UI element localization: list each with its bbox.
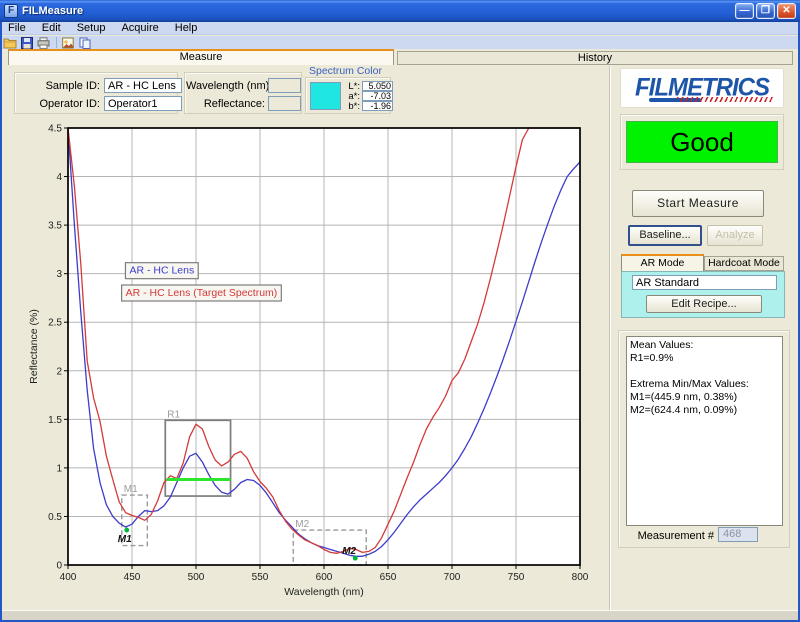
window-title: FILMeasure [22,5,733,17]
menu-file[interactable]: File [0,22,34,35]
logo-hatch [677,97,773,102]
tab-history[interactable]: History [397,51,793,65]
chart-canvas: 400 450 500 550 600 650 700 750 800 0 0.5 1 1.5 2 2.5 3… [24,116,600,616]
svg-text:400: 400 [60,572,77,583]
sample-id-label: Sample ID: [20,80,100,92]
app-icon: F [4,4,18,18]
spectrum-color-label: Spectrum Color [309,65,382,77]
svg-text:1: 1 [56,463,62,474]
svg-text:M1: M1 [118,534,132,545]
filmetrics-logo: FILMETRICS [620,68,784,108]
wavelength-readout [268,78,301,93]
tab-measure[interactable]: Measure [8,49,394,65]
operator-id-input[interactable] [104,96,182,111]
status-badge: Good [626,121,778,163]
svg-text:600: 600 [316,572,333,583]
svg-text:M2: M2 [342,546,356,557]
menu-bar: File Edit Setup Acquire Help [0,22,800,35]
lab-b-label: b*: [344,101,360,112]
svg-text:AR - HC Lens (Target Spectrum): AR - HC Lens (Target Spectrum) [126,287,278,299]
svg-text:AR - HC Lens: AR - HC Lens [129,265,194,277]
spectrum-swatch [310,82,341,110]
window-bottom-strip [2,610,798,620]
menu-edit[interactable]: Edit [34,22,69,35]
svg-text:Reflectance (%): Reflectance (%) [28,309,40,384]
svg-text:M1: M1 [124,484,138,495]
tab-hardcoat-mode[interactable]: Hardcoat Mode [704,256,784,271]
svg-text:Wavelength (nm): Wavelength (nm) [284,586,364,598]
edit-recipe-button[interactable]: Edit Recipe... [646,295,762,313]
svg-text:0.5: 0.5 [48,512,62,523]
svg-text:0: 0 [56,561,62,572]
operator-id-label: Operator ID: [20,98,100,110]
recipe-input[interactable] [632,275,777,290]
baseline-button[interactable]: Baseline... [628,225,702,246]
status-group: Good [620,114,784,170]
title-bar: F FILMeasure — ❐ ✕ [0,0,800,22]
svg-text:3: 3 [56,269,62,280]
lab-l-value: 5.050 [362,81,393,91]
reflectance-label: Reflectance: [186,98,265,110]
spectrum-chart[interactable]: 400 450 500 550 600 650 700 750 800 0 0.5 1 1.5 2 2.5 3… [24,116,600,616]
tab-ar-mode[interactable]: AR Mode [621,254,704,271]
open-icon[interactable] [2,37,17,49]
reflectance-readout [268,96,301,111]
minimize-button[interactable]: — [735,3,754,19]
lab-l-row: L*: 5.050 [344,81,393,91]
panel-divider [609,66,611,610]
menu-acquire[interactable]: Acquire [113,22,166,35]
save-icon[interactable] [19,37,34,49]
menu-setup[interactable]: Setup [69,22,114,35]
svg-text:1.5: 1.5 [48,415,62,426]
close-button[interactable]: ✕ [777,3,796,19]
svg-text:3.5: 3.5 [48,221,62,232]
svg-text:550: 550 [252,572,269,583]
measurement-number-value: 468 [718,527,758,542]
window-edge-left [0,22,2,622]
toolbar [0,36,800,49]
toolbar-separator [56,37,57,48]
analyze-button[interactable]: Analyze [707,225,763,246]
lab-b-value: -1.96 [362,101,393,111]
app-window: F FILMeasure — ❐ ✕ File Edit Setup Acqui… [0,0,800,622]
svg-text:650: 650 [380,572,397,583]
lab-a-value: -7.03 [362,91,393,101]
sample-id-input[interactable] [104,78,182,93]
svg-text:M2: M2 [295,519,309,530]
menu-help[interactable]: Help [167,22,206,35]
svg-text:2.5: 2.5 [48,318,62,329]
lab-a-row: a*: -7.03 [344,91,393,101]
svg-text:450: 450 [124,572,141,583]
lab-b-row: b*: -1.96 [344,101,393,111]
svg-text:2: 2 [56,366,62,377]
svg-text:750: 750 [508,572,525,583]
svg-text:R1: R1 [167,409,180,420]
results-group: Mean Values: R1=0.9% Extrema Min/Max Val… [618,330,790,548]
restore-button[interactable]: ❐ [756,3,775,19]
copy-icon[interactable] [77,37,92,49]
print-icon[interactable] [36,37,51,49]
start-measure-button[interactable]: Start Measure [632,190,764,217]
svg-text:4.5: 4.5 [48,124,62,135]
measurement-number-label: Measurement # [618,530,714,542]
results-text: Mean Values: R1=0.9% Extrema Min/Max Val… [626,336,783,526]
svg-text:500: 500 [188,572,205,583]
wavelength-label: Wavelength (nm): [186,80,265,92]
svg-text:4: 4 [56,172,62,183]
svg-text:800: 800 [572,572,589,583]
snapshot-icon[interactable] [60,37,75,49]
svg-text:700: 700 [444,572,461,583]
